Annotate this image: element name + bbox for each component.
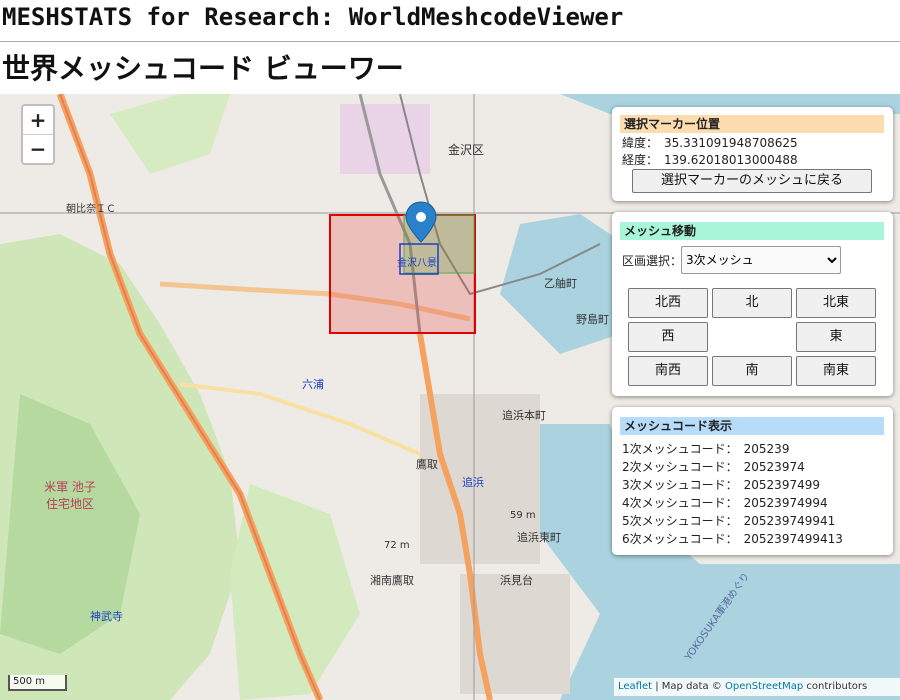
- latitude-value: 35.331091948708625: [664, 136, 798, 150]
- latitude-label: 緯度：: [622, 136, 659, 150]
- move-s-button[interactable]: 南: [712, 356, 792, 386]
- page-title: 世界メッシュコード ビューワー: [2, 52, 404, 85]
- osm-link[interactable]: OpenStreetMap: [725, 681, 803, 692]
- map-label: 金沢区: [448, 143, 485, 157]
- panel-title: メッシュコード表示: [620, 417, 884, 435]
- mesh-code-row: 2次メッシュコード： 20523974: [622, 460, 805, 474]
- map-label: 朝比奈ＩＣ: [66, 204, 116, 215]
- map-label: 湘南鷹取: [370, 574, 414, 587]
- header-divider: [0, 41, 900, 42]
- move-e-button[interactable]: 東: [796, 322, 876, 352]
- mesh-code-row: 3次メッシュコード： 2052397499: [622, 478, 820, 492]
- longitude-label: 経度：: [622, 153, 659, 167]
- map-attribution: Leaflet | Map data © OpenStreetMap contr…: [614, 678, 900, 696]
- map-label: 追浜本町: [502, 409, 546, 422]
- panel-title: メッシュ移動: [620, 222, 884, 240]
- zoom-in-button[interactable]: +: [23, 106, 53, 135]
- map-label: 72 m: [384, 540, 410, 551]
- marker-position-panel: 選択マーカー位置 緯度： 35.331091948708625 経度： 139.62…: [612, 107, 893, 201]
- mesh-code-row: 6次メッシュコード： 2052397499413: [622, 532, 843, 546]
- move-ne-button[interactable]: 北東: [796, 288, 876, 318]
- mesh-move-panel: メッシュ移動 区画選択： 3次メッシュ 北西 北 北東 西 東 南西 南 南東: [612, 212, 893, 396]
- mesh-code-panel: メッシュコード表示 1次メッシュコード： 205239 2次メッシュコード： 205…: [612, 407, 893, 555]
- map-label: 追浜: [462, 476, 484, 489]
- move-w-button[interactable]: 西: [628, 322, 708, 352]
- zoom-out-button[interactable]: −: [23, 135, 53, 163]
- map-label: 神武寺: [90, 610, 123, 623]
- longitude-value: 139.62018013000488: [664, 153, 798, 167]
- map-label: 59 m: [510, 510, 536, 521]
- map-label: 六浦: [302, 378, 324, 391]
- mesh-level-label: 区画選択：: [622, 254, 683, 268]
- leaflet-link[interactable]: Leaflet: [618, 681, 652, 692]
- mesh-code-row: 4次メッシュコード： 20523974994: [622, 496, 828, 510]
- mesh-level-select[interactable]: 3次メッシュ: [681, 246, 841, 274]
- map-label: 鷹取: [416, 458, 438, 471]
- move-sw-button[interactable]: 南西: [628, 356, 708, 386]
- return-to-marker-mesh-button[interactable]: 選択マーカーのメッシュに戻る: [632, 169, 872, 193]
- move-nw-button[interactable]: 北西: [628, 288, 708, 318]
- move-se-button[interactable]: 南東: [796, 356, 876, 386]
- map-label: 金沢八景: [397, 258, 437, 269]
- site-title: MESHSTATS for Research: WorldMeshcodeVie…: [2, 3, 624, 31]
- mesh-code-row: 1次メッシュコード： 205239: [622, 442, 790, 456]
- map-label: 乙舳町: [544, 277, 577, 290]
- mesh-code-row: 5次メッシュコード： 205239749941: [622, 514, 836, 528]
- map-scale: 500 m: [8, 675, 67, 691]
- zoom-control: + −: [21, 104, 55, 165]
- map-label: 追浜東町: [517, 531, 561, 544]
- move-n-button[interactable]: 北: [712, 288, 792, 318]
- map-label: 米軍 池子住宅地区: [44, 480, 96, 511]
- panel-title: 選択マーカー位置: [620, 115, 884, 133]
- map-label: 浜見台: [500, 574, 533, 587]
- map-label: 野島町: [576, 313, 609, 326]
